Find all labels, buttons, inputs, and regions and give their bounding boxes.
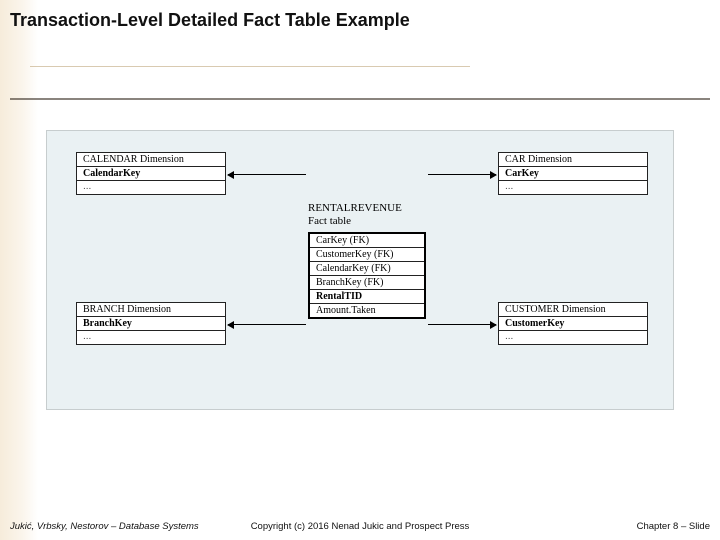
footer-copyright: Copyright (c) 2016 Nenad Jukic and Prosp… bbox=[10, 521, 710, 532]
title-rules bbox=[10, 50, 710, 105]
calendar-dimension: CALENDAR Dimension CalendarKey ... bbox=[76, 152, 226, 195]
fact-label-line1: RENTALREVENUE bbox=[308, 202, 402, 215]
car-key: CarKey bbox=[499, 167, 647, 181]
fact-row-customerkey: CustomerKey (FK) bbox=[310, 248, 424, 262]
rule-main bbox=[10, 98, 710, 100]
calendar-more: ... bbox=[77, 181, 225, 194]
customer-key: CustomerKey bbox=[499, 317, 647, 331]
arrow-to-calendar bbox=[228, 174, 306, 175]
arrow-to-branch bbox=[228, 324, 306, 325]
slide-title: Transaction-Level Detailed Fact Table Ex… bbox=[10, 10, 710, 31]
fact-row-rentaltid: RentalTID bbox=[310, 290, 424, 304]
fact-row-carkey: CarKey (FK) bbox=[310, 234, 424, 248]
footer-chapter: Chapter 8 – Slide bbox=[637, 521, 710, 532]
fact-table: CarKey (FK) CustomerKey (FK) CalendarKey… bbox=[308, 232, 426, 319]
customer-dimension: CUSTOMER Dimension CustomerKey ... bbox=[498, 302, 648, 345]
branch-dimension: BRANCH Dimension BranchKey ... bbox=[76, 302, 226, 345]
car-title: CAR Dimension bbox=[499, 153, 647, 167]
car-more: ... bbox=[499, 181, 647, 194]
customer-title: CUSTOMER Dimension bbox=[499, 303, 647, 317]
arrow-to-customer bbox=[428, 324, 496, 325]
branch-more: ... bbox=[77, 331, 225, 344]
rule-accent bbox=[30, 66, 470, 67]
fact-label: RENTALREVENUE Fact table bbox=[308, 202, 402, 228]
branch-title: BRANCH Dimension bbox=[77, 303, 225, 317]
diagram-area: CALENDAR Dimension CalendarKey ... CAR D… bbox=[46, 130, 674, 410]
calendar-title: CALENDAR Dimension bbox=[77, 153, 225, 167]
calendar-key: CalendarKey bbox=[77, 167, 225, 181]
customer-more: ... bbox=[499, 331, 647, 344]
branch-key: BranchKey bbox=[77, 317, 225, 331]
car-dimension: CAR Dimension CarKey ... bbox=[498, 152, 648, 195]
arrow-to-car bbox=[428, 174, 496, 175]
fact-label-line2: Fact table bbox=[308, 215, 402, 228]
fact-row-amount: Amount.Taken bbox=[310, 304, 424, 317]
fact-row-branchkey: BranchKey (FK) bbox=[310, 276, 424, 290]
fact-row-calendarkey: CalendarKey (FK) bbox=[310, 262, 424, 276]
